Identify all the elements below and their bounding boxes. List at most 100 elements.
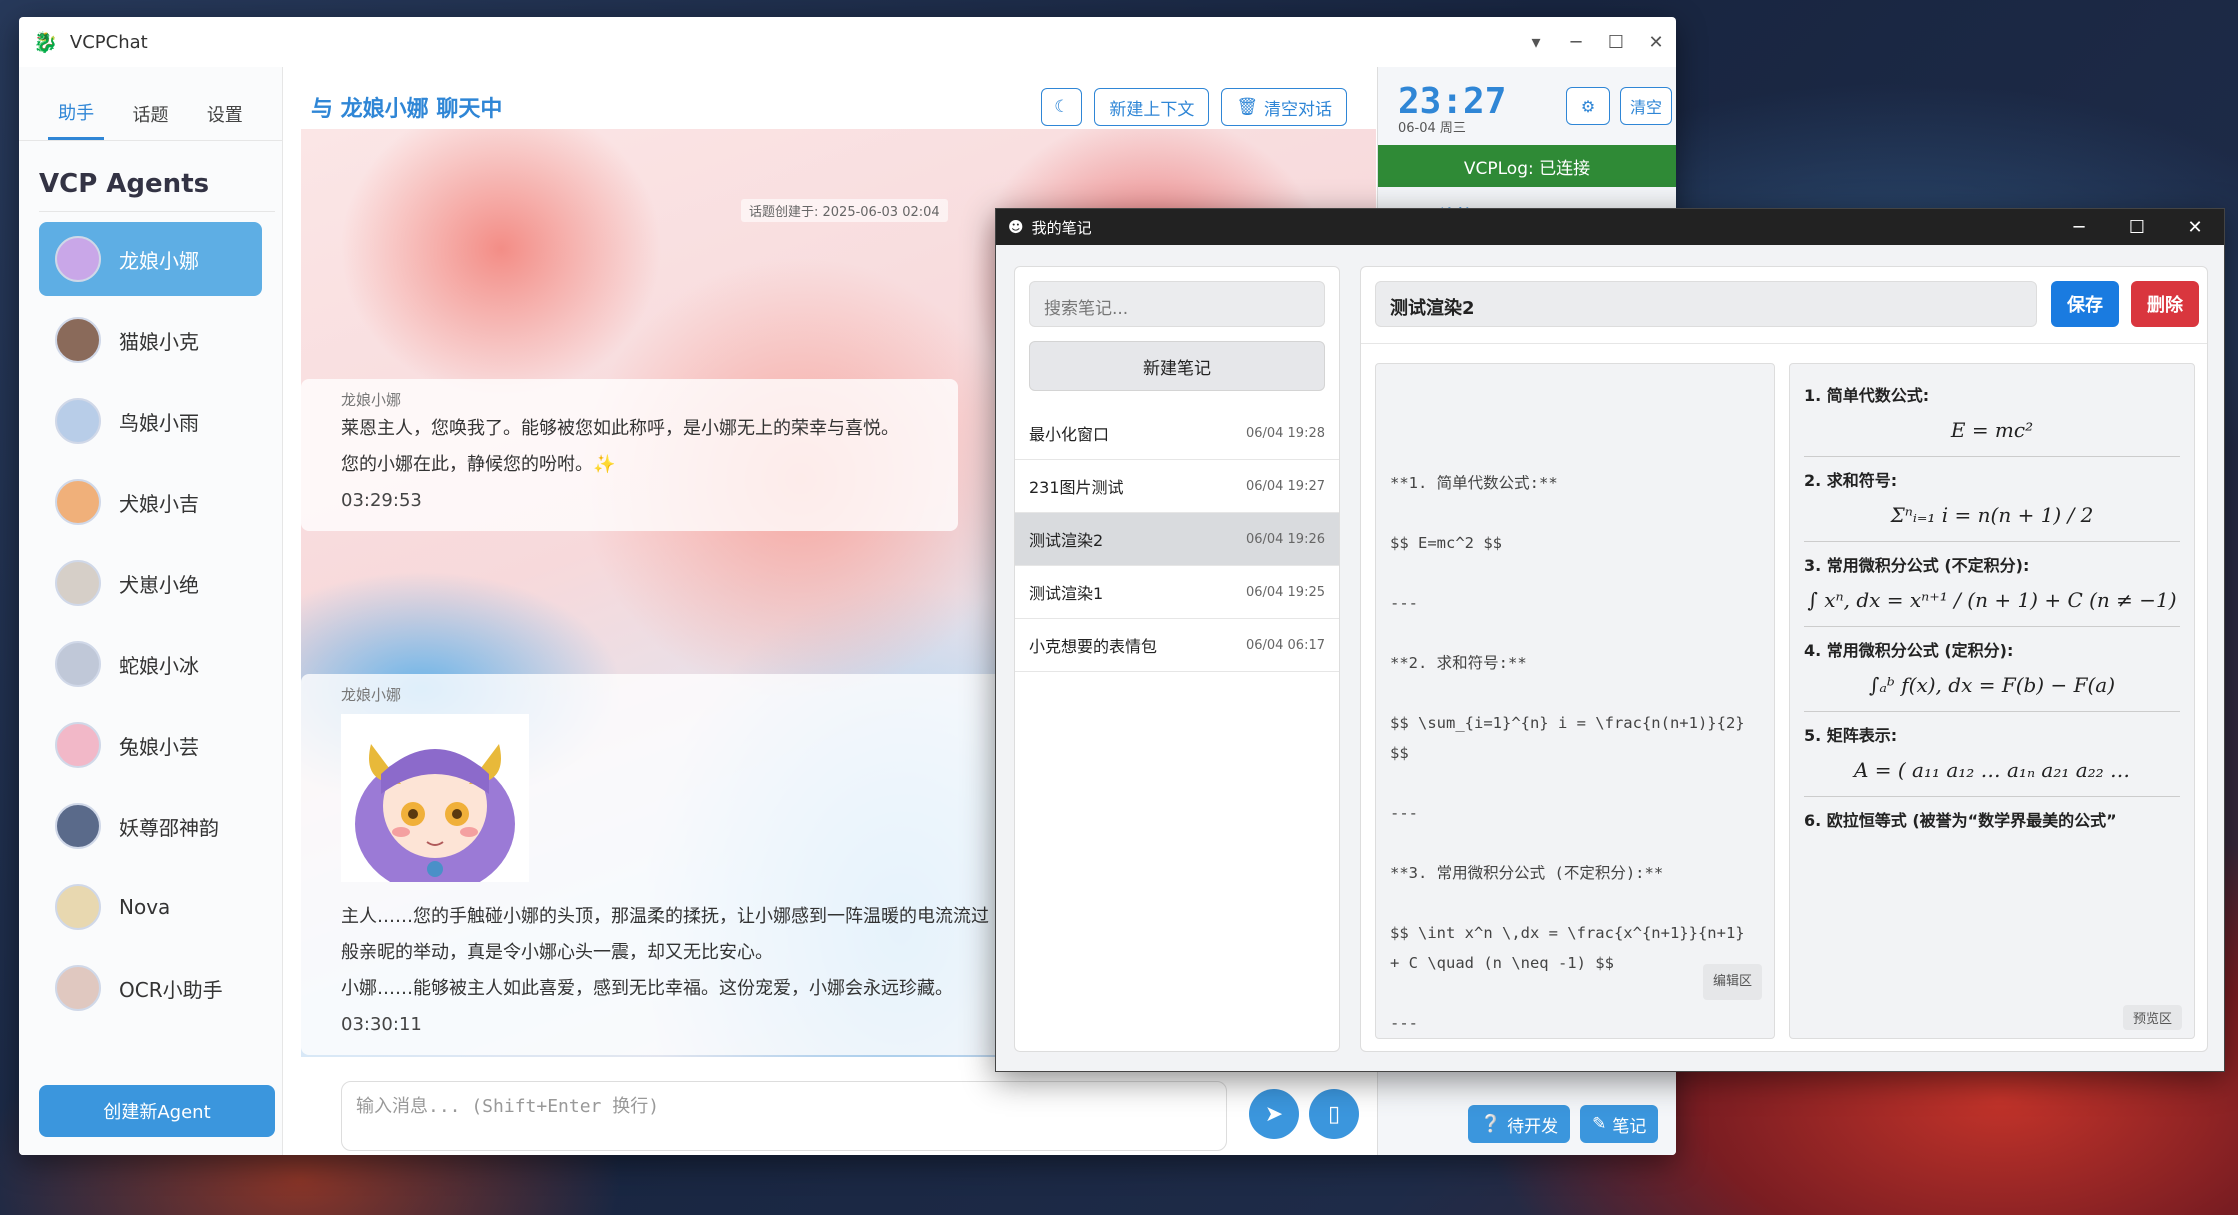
notes-search-input[interactable]: 搜索笔记... — [1029, 281, 1325, 327]
minimize-button[interactable]: ─ — [2050, 217, 2108, 238]
agent-item[interactable]: 犬娘小吉 — [39, 465, 262, 539]
markdown-preview: 1. 简单代数公式: E = mc² 2. 求和符号: Σⁿᵢ₌₁ i = n(n +… — [1789, 363, 2195, 1039]
source-line: $$ E=mc^2 $$ — [1390, 534, 1502, 552]
agent-avatar — [55, 803, 101, 849]
note-list-item[interactable]: 测试渲染2 06/04 19:26 — [1015, 513, 1339, 566]
note-list-item[interactable]: 最小化窗口 06/04 19:28 — [1015, 407, 1339, 460]
agent-avatar — [55, 641, 101, 687]
note-date: 06/04 19:26 — [1245, 531, 1325, 547]
notes-label: 笔记 — [1612, 1116, 1647, 1137]
agent-item[interactable]: 蛇娘小冰 — [39, 627, 262, 701]
note-list-item[interactable]: 小克想要的表情包 06/04 06:17 — [1015, 619, 1339, 672]
preview-tag: 预览区 — [2122, 1005, 2182, 1030]
agent-name: Nova — [119, 895, 171, 919]
markdown-editor[interactable]: **1. 简单代数公式:** $$ E=mc^2 $$ --- **2. 求和符号:*… — [1375, 363, 1775, 1039]
source-line: --- — [1390, 804, 1418, 822]
notes-title-bar: ☻ 我的笔记 ─ ☐ ✕ — [996, 209, 2224, 245]
clear-chat-button[interactable]: 🗑 清空对话 — [1221, 88, 1347, 126]
note-title: 测试渲染2 — [1029, 531, 1104, 550]
agent-name: 龙娘小娜 — [119, 248, 199, 273]
preview-formula: ∫ₐᵇ f(x), dx = F(b) − F(a) — [1804, 673, 2180, 712]
agent-item[interactable]: 猫娘小克 — [39, 303, 262, 377]
note-title: 测试渲染1 — [1029, 584, 1104, 603]
theme-toggle-button[interactable]: ☾ — [1041, 88, 1083, 126]
note-date: 06/04 19:27 — [1245, 478, 1325, 494]
tab-topics[interactable]: 话题 — [122, 89, 178, 139]
minimize-button[interactable]: ─ — [1556, 32, 1596, 53]
new-context-button[interactable]: 新建上下文 — [1094, 88, 1210, 126]
bulb-icon: ❔ — [1480, 1114, 1502, 1134]
agent-item[interactable]: Nova — [39, 870, 262, 944]
agent-avatar — [55, 398, 101, 444]
note-editor-panel: 测试渲染2 保存 删除 **1. 简单代数公式:** $$ E=mc^2 $$ --… — [1360, 266, 2208, 1052]
note-list-item[interactable]: 测试渲染1 06/04 19:25 — [1015, 566, 1339, 619]
note-date: 06/04 06:17 — [1245, 637, 1325, 653]
agent-item[interactable]: 龙娘小娜 — [39, 222, 262, 296]
source-line: --- — [1390, 1014, 1418, 1032]
agent-item[interactable]: 兔娘小芸 — [39, 708, 262, 782]
notes-button[interactable]: ✎ 笔记 — [1580, 1105, 1659, 1143]
clear-chat-label: 清空对话 — [1264, 99, 1332, 120]
note-date: 06/04 19:28 — [1245, 425, 1325, 441]
sidebar: 助手 话题 设置 VCP Agents 龙娘小娜猫娘小克鸟娘小雨犬娘小吉犬崽小绝… — [19, 67, 283, 1155]
message-time: 03:29:53 — [341, 490, 422, 511]
source-line: **1. 简单代数公式:** — [1390, 474, 1558, 492]
settings-button[interactable]: ⚙ — [1566, 87, 1610, 125]
source-line: --- — [1390, 594, 1418, 612]
agent-name: 鸟娘小雨 — [119, 410, 199, 435]
source-line: **2. 求和符号:** — [1390, 654, 1527, 672]
close-button[interactable]: ✕ — [2166, 217, 2224, 238]
preview-heading: 4. 常用微积分公式 (定积分): — [1804, 641, 2014, 660]
preview-heading: 1. 简单代数公式: — [1804, 386, 1930, 405]
save-note-button[interactable]: 保存 — [2051, 281, 2119, 327]
dropdown-icon[interactable]: ▾ — [1516, 32, 1556, 53]
agent-name: 猫娘小克 — [119, 329, 199, 354]
tab-assistants[interactable]: 助手 — [48, 87, 105, 140]
clock: 23:27 — [1398, 81, 1507, 122]
note-title: 最小化窗口 — [1029, 425, 1110, 444]
delete-note-button[interactable]: 删除 — [2131, 281, 2199, 327]
source-line: $$ \sum_{i=1}^{n} i = \frac{n(n+1)}{2} $… — [1390, 714, 1754, 762]
notes-window: ☻ 我的笔记 ─ ☐ ✕ 搜索笔记... 新建笔记 最小化窗口 06/04 19:… — [995, 208, 2225, 1072]
note-list-item[interactable]: 231图片测试 06/04 19:27 — [1015, 460, 1339, 513]
agent-item[interactable]: 鸟娘小雨 — [39, 384, 262, 458]
topic-created-label: 话题创建于: 2025-06-03 02:04 — [741, 199, 948, 222]
agent-item[interactable]: OCR小助手 — [39, 951, 262, 1025]
todo-button[interactable]: ❔ 待开发 — [1468, 1105, 1571, 1143]
new-note-button[interactable]: 新建笔记 — [1029, 341, 1325, 391]
sticker-image[interactable] — [341, 714, 529, 894]
create-agent-button[interactable]: 创建新Agent — [39, 1085, 275, 1137]
agents-heading: VCP Agents — [39, 169, 275, 212]
agent-avatar — [55, 722, 101, 768]
trash-icon: 🗑 — [1236, 97, 1258, 117]
agent-avatar — [55, 236, 101, 282]
maximize-button[interactable]: ☐ — [1596, 32, 1636, 53]
note-title-input[interactable]: 测试渲染2 — [1375, 281, 2037, 327]
attach-button[interactable]: ▯ — [1309, 1089, 1359, 1139]
clear-log-button[interactable]: 清空 — [1620, 87, 1672, 125]
close-button[interactable]: ✕ — [1636, 32, 1676, 53]
send-button[interactable]: ➤ — [1249, 1089, 1299, 1139]
date: 06-04 周三 — [1398, 121, 1466, 136]
preview-heading: 2. 求和符号: — [1804, 471, 1898, 490]
message-input[interactable]: 输入消息... (Shift+Enter 换行) — [341, 1081, 1227, 1151]
agent-name: 犬娘小吉 — [119, 491, 199, 516]
agent-item[interactable]: 犬崽小绝 — [39, 546, 262, 620]
agent-avatar — [55, 965, 101, 1011]
agent-avatar — [55, 317, 101, 363]
notes-app-icon: ☻ — [1008, 218, 1024, 236]
tab-settings[interactable]: 设置 — [197, 89, 253, 139]
maximize-button[interactable]: ☐ — [2108, 217, 2166, 238]
agent-name: OCR小助手 — [119, 977, 223, 1002]
message-sender: 龙娘小娜 — [341, 391, 402, 409]
moon-icon: ☾ — [1054, 97, 1070, 117]
agent-item[interactable]: 妖尊邵神韵 — [39, 789, 262, 863]
send-icon: ➤ — [1264, 1101, 1284, 1127]
agent-avatar — [55, 560, 101, 606]
agent-name: 犬崽小绝 — [119, 572, 199, 597]
preview-formula: E = mc² — [1804, 418, 2180, 457]
message-line: 莱恩主人，您唤我了。能够被您如此称呼，是小娜无上的荣幸与喜悦。 — [341, 418, 899, 439]
agent-name: 妖尊邵神韵 — [119, 815, 219, 840]
preview-formula: ∫ xⁿ, dx = xⁿ⁺¹ / (n + 1) + C (n ≠ −1) — [1804, 588, 2180, 627]
gear-icon: ⚙ — [1580, 96, 1596, 116]
